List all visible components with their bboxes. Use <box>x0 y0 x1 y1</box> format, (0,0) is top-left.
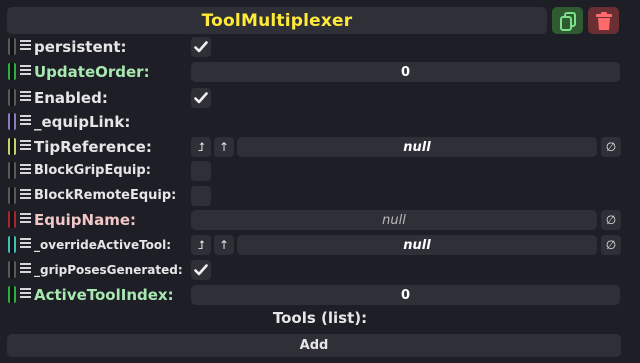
drag-handle-icon[interactable] <box>20 65 31 77</box>
row-override-active-tool: _overrideActiveTool: ⮥ ↑ null ∅ <box>0 233 640 257</box>
clear-null-button[interactable]: ∅ <box>601 210 621 230</box>
row-tip-reference: TipReference: ⮥ ↑ null ∅ <box>0 135 640 159</box>
override-active-tool-label: _overrideActiveTool: <box>34 238 172 252</box>
connector-icon[interactable] <box>8 138 16 155</box>
connector-icon[interactable] <box>8 162 16 179</box>
up-arrow-button[interactable]: ↑ <box>214 235 234 255</box>
update-order-label: UpdateOrder: <box>34 63 150 81</box>
duplicate-icon <box>559 11 576 31</box>
active-tool-index-input[interactable]: 0 <box>191 285 620 305</box>
connector-icon[interactable] <box>8 286 16 303</box>
drag-handle-icon[interactable] <box>20 115 31 127</box>
drag-handle-icon[interactable] <box>20 288 31 300</box>
row-grip-poses-generated: _gripPosesGenerated: <box>0 258 640 282</box>
override-active-tool-field[interactable]: null <box>237 235 597 255</box>
add-button[interactable]: Add <box>7 334 621 357</box>
row-equip-link: _equipLink: <box>0 110 640 134</box>
tip-reference-field[interactable]: null <box>237 137 597 157</box>
row-enabled: Enabled: <box>0 86 640 110</box>
update-order-input[interactable]: 0 <box>191 62 620 82</box>
block-grip-equip-checkbox[interactable] <box>191 161 211 181</box>
row-persistent: persistent: <box>0 35 640 59</box>
checkmark-icon <box>194 92 208 104</box>
drag-handle-icon[interactable] <box>20 213 31 225</box>
delete-button[interactable] <box>588 7 619 34</box>
jump-to-reference-button[interactable]: ⮥ <box>191 235 211 255</box>
row-active-tool-index: ActiveToolIndex: 0 <box>0 283 640 307</box>
checkmark-icon <box>194 41 208 53</box>
row-block-remote-equip: BlockRemoteEquip: <box>0 184 640 208</box>
equip-name-input[interactable]: null <box>191 210 597 230</box>
connector-icon[interactable] <box>8 261 16 278</box>
clear-null-button[interactable]: ∅ <box>601 137 621 157</box>
connector-icon[interactable] <box>8 89 16 106</box>
active-tool-index-label: ActiveToolIndex: <box>34 286 174 304</box>
enabled-label: Enabled: <box>34 89 108 107</box>
tools-list-label: Tools (list): <box>272 309 368 327</box>
drag-handle-icon[interactable] <box>20 164 31 176</box>
component-title: ToolMultiplexer <box>201 10 353 31</box>
drag-handle-icon[interactable] <box>20 189 31 201</box>
connector-icon[interactable] <box>8 211 16 228</box>
checkmark-icon <box>194 264 208 276</box>
drag-handle-icon[interactable] <box>20 238 31 250</box>
connector-icon[interactable] <box>8 38 16 55</box>
grip-poses-generated-checkbox[interactable] <box>191 260 211 280</box>
block-remote-equip-checkbox[interactable] <box>191 186 211 206</box>
row-update-order: UpdateOrder: 0 <box>0 60 640 84</box>
trash-icon <box>595 11 612 30</box>
drag-handle-icon[interactable] <box>20 263 31 275</box>
block-remote-equip-label: BlockRemoteEquip: <box>34 188 177 203</box>
drag-handle-icon[interactable] <box>20 91 31 103</box>
row-equip-name: EquipName: null ∅ <box>0 208 640 232</box>
block-grip-equip-label: BlockGripEquip: <box>34 163 151 178</box>
grip-poses-generated-label: _gripPosesGenerated: <box>34 263 183 277</box>
component-header[interactable]: ToolMultiplexer <box>7 7 547 34</box>
enabled-checkbox[interactable] <box>191 88 211 108</box>
connector-icon[interactable] <box>8 63 16 80</box>
jump-to-reference-button[interactable]: ⮥ <box>191 137 211 157</box>
connector-icon[interactable] <box>8 187 16 204</box>
up-arrow-button[interactable]: ↑ <box>214 137 234 157</box>
drag-handle-icon[interactable] <box>20 40 31 52</box>
connector-icon[interactable] <box>8 113 16 130</box>
drag-handle-icon[interactable] <box>20 140 31 152</box>
tip-reference-label: TipReference: <box>34 138 152 156</box>
clear-null-button[interactable]: ∅ <box>601 235 621 255</box>
persistent-checkbox[interactable] <box>191 37 211 57</box>
row-block-grip-equip: BlockGripEquip: <box>0 159 640 183</box>
duplicate-button[interactable] <box>552 7 583 34</box>
equip-link-label: _equipLink: <box>34 113 131 131</box>
equip-name-label: EquipName: <box>34 211 137 229</box>
connector-icon[interactable] <box>8 236 16 253</box>
persistent-label: persistent: <box>34 38 127 56</box>
